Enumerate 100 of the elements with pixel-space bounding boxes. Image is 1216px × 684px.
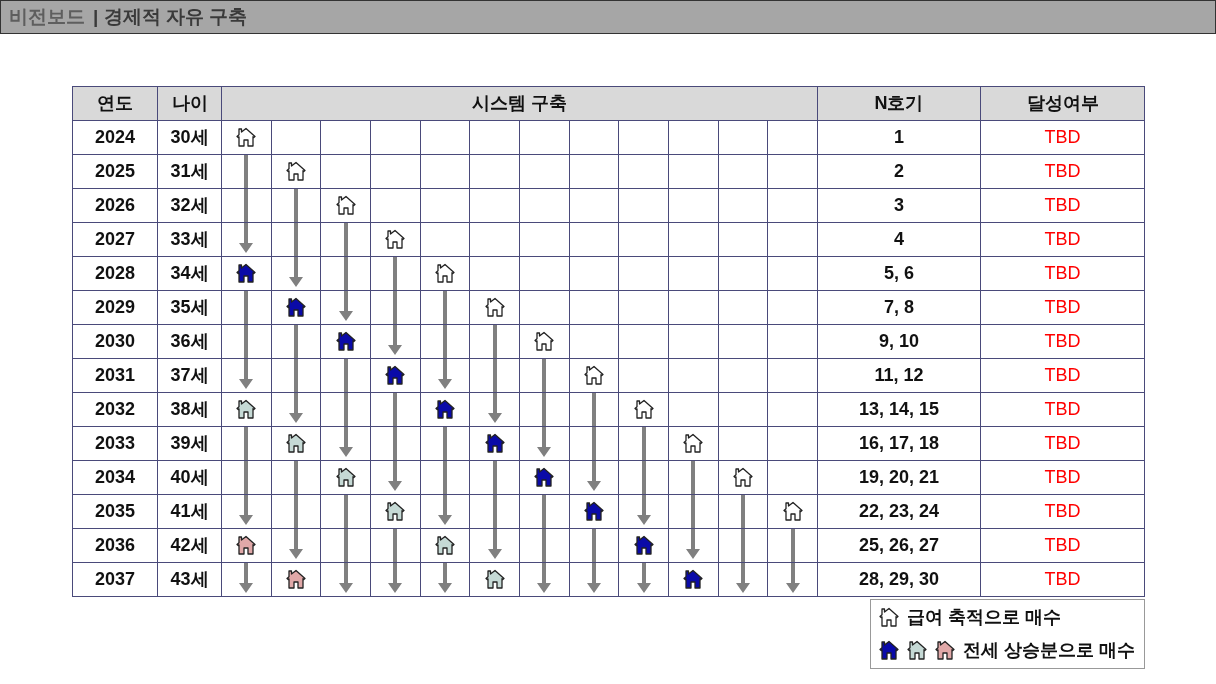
house-icon xyxy=(534,467,555,487)
house-icon xyxy=(385,365,406,385)
year-cell: 2035 xyxy=(72,494,158,528)
house-icon xyxy=(434,535,455,555)
down-arrow xyxy=(686,528,701,559)
house-icon xyxy=(683,569,704,589)
age-cell: 36세 xyxy=(157,324,222,358)
age-cell: 35세 xyxy=(157,290,222,324)
down-arrow xyxy=(437,358,452,389)
status-cell: TBD xyxy=(980,222,1145,256)
house-icon xyxy=(385,501,406,521)
year-cell: 2029 xyxy=(72,290,158,324)
house-icon xyxy=(286,433,306,453)
status-cell: TBD xyxy=(980,120,1145,154)
house-icon xyxy=(683,433,704,453)
age-cell: 43세 xyxy=(157,562,222,596)
status-cell: TBD xyxy=(980,562,1145,596)
house-icon xyxy=(782,501,803,521)
house-icon xyxy=(335,195,356,215)
status-cell: TBD xyxy=(980,494,1145,528)
arrow-shaft xyxy=(790,528,795,562)
down-arrow xyxy=(537,426,552,457)
status-cell: TBD xyxy=(980,290,1145,324)
unit-number-cell: 4 xyxy=(817,222,981,256)
house-icon xyxy=(434,399,455,419)
down-arrow xyxy=(239,222,254,253)
unit-number-cell: 7, 8 xyxy=(817,290,981,324)
column-header: 달성여부 xyxy=(980,86,1145,121)
age-cell: 38세 xyxy=(157,392,222,426)
unit-number-cell: 13, 14, 15 xyxy=(817,392,981,426)
down-arrow xyxy=(586,460,601,491)
down-arrow xyxy=(239,494,254,525)
down-arrow xyxy=(388,460,403,491)
house-icon xyxy=(236,263,257,283)
down-arrow xyxy=(437,494,452,525)
house-icon xyxy=(236,399,257,419)
down-arrow xyxy=(239,562,254,593)
down-arrow xyxy=(338,562,353,593)
page-title: | 경제적 자유 구축 xyxy=(93,4,248,29)
age-cell: 31세 xyxy=(157,154,222,188)
age-cell: 30세 xyxy=(157,120,222,154)
down-arrow xyxy=(487,392,502,423)
year-cell: 2033 xyxy=(72,426,158,460)
column-header: N호기 xyxy=(817,86,981,121)
house-icon xyxy=(236,535,257,555)
down-arrow xyxy=(239,358,254,389)
house-icon xyxy=(879,640,899,660)
legend-label: 전세 상승분으로 매수 xyxy=(963,638,1135,662)
house-icon xyxy=(335,467,356,487)
column-header: 연도 xyxy=(72,86,158,121)
year-cell: 2031 xyxy=(72,358,158,392)
house-icon xyxy=(633,535,654,555)
year-cell: 2030 xyxy=(72,324,158,358)
age-cell: 41세 xyxy=(157,494,222,528)
unit-number-cell: 9, 10 xyxy=(817,324,981,358)
column-header: 시스템 구축 xyxy=(221,86,818,121)
unit-number-cell: 19, 20, 21 xyxy=(817,460,981,494)
status-cell: TBD xyxy=(980,460,1145,494)
year-cell: 2036 xyxy=(72,528,158,562)
column-header: 나이 xyxy=(157,86,222,121)
age-cell: 34세 xyxy=(157,256,222,290)
status-cell: TBD xyxy=(980,188,1145,222)
house-icon xyxy=(534,331,555,351)
unit-number-cell: 22, 23, 24 xyxy=(817,494,981,528)
down-arrow xyxy=(338,290,353,321)
down-arrow xyxy=(289,528,303,559)
year-cell: 2025 xyxy=(72,154,158,188)
unit-number-cell: 16, 17, 18 xyxy=(817,426,981,460)
year-cell: 2028 xyxy=(72,256,158,290)
house-icon xyxy=(732,467,753,487)
down-arrow xyxy=(289,256,303,287)
down-arrow xyxy=(586,562,601,593)
down-arrow xyxy=(388,562,403,593)
house-icon xyxy=(583,365,604,385)
house-icon xyxy=(286,569,306,589)
down-arrow xyxy=(289,392,303,423)
down-arrow xyxy=(735,562,750,593)
unit-number-cell: 28, 29, 30 xyxy=(817,562,981,596)
unit-number-cell: 11, 12 xyxy=(817,358,981,392)
house-icon xyxy=(385,229,406,249)
unit-number-cell: 3 xyxy=(817,188,981,222)
down-arrow xyxy=(487,528,502,559)
year-cell: 2034 xyxy=(72,460,158,494)
down-arrow xyxy=(437,562,452,593)
age-cell: 42세 xyxy=(157,528,222,562)
unit-number-cell: 5, 6 xyxy=(817,256,981,290)
status-cell: TBD xyxy=(980,426,1145,460)
year-cell: 2027 xyxy=(72,222,158,256)
house-icon xyxy=(484,433,505,453)
age-cell: 37세 xyxy=(157,358,222,392)
year-cell: 2024 xyxy=(72,120,158,154)
legend-label: 급여 축적으로 매수 xyxy=(907,605,1061,629)
status-cell: TBD xyxy=(980,358,1145,392)
year-cell: 2026 xyxy=(72,188,158,222)
down-arrow xyxy=(636,562,651,593)
house-icon xyxy=(236,127,257,148)
house-icon xyxy=(907,640,927,660)
house-icon xyxy=(484,569,505,589)
house-icon xyxy=(633,399,654,419)
house-icon xyxy=(286,161,306,181)
